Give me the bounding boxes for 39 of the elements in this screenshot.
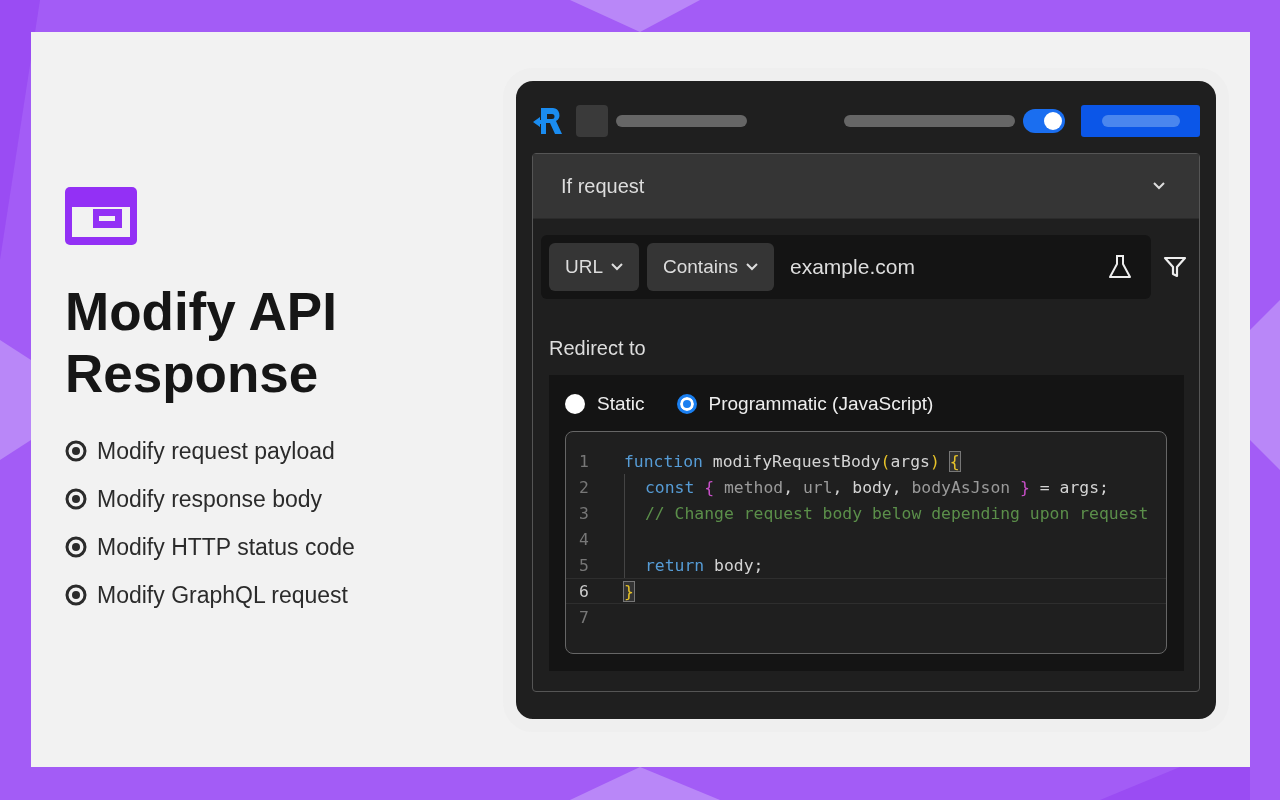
feature-text: Modify response body bbox=[97, 485, 322, 513]
toggle-switch[interactable] bbox=[1023, 109, 1065, 133]
code-line: return body; bbox=[645, 555, 764, 575]
line-number: 7 bbox=[578, 607, 590, 627]
feature-text: Modify HTTP status code bbox=[97, 533, 355, 561]
radio-button[interactable] bbox=[676, 394, 697, 414]
line-number: 3 bbox=[578, 503, 590, 523]
line-number: 6 bbox=[578, 581, 590, 601]
app-logo-icon bbox=[532, 106, 564, 136]
avatar-placeholder bbox=[576, 105, 608, 137]
section-header[interactable]: If request bbox=[533, 154, 1199, 219]
bullet-icon bbox=[65, 584, 87, 606]
url-value[interactable]: example.com bbox=[790, 255, 1099, 279]
filter-icon[interactable] bbox=[1163, 255, 1187, 279]
line-number: 2 bbox=[578, 477, 590, 497]
chevron-down-icon bbox=[1153, 182, 1165, 190]
section-title: If request bbox=[561, 174, 645, 198]
code-line: function modifyRequestBody(args) { bbox=[624, 451, 960, 471]
line-number: 5 bbox=[578, 555, 590, 575]
page-title: Modify API Response bbox=[65, 281, 338, 405]
line-number: 1 bbox=[578, 451, 590, 471]
chevron-down-icon bbox=[746, 263, 758, 271]
bullet-icon bbox=[65, 536, 87, 558]
radio-button[interactable] bbox=[565, 394, 585, 414]
feature-text: Modify GraphQL request bbox=[97, 581, 348, 609]
chevron-down-icon bbox=[611, 263, 623, 271]
redirect-label: Redirect to bbox=[549, 337, 647, 361]
radio-label: Programmatic (JavaScript) bbox=[708, 393, 934, 415]
flask-icon[interactable] bbox=[1107, 254, 1133, 280]
code-line: // Change request body below depending upon request bbox=[645, 503, 1149, 523]
field-dropdown[interactable]: URL bbox=[549, 243, 639, 291]
operator-dropdown[interactable]: Contains bbox=[647, 243, 774, 291]
line-number: 4 bbox=[578, 529, 590, 549]
code-line: const { method, url, body, bodyAsJson } = args; bbox=[645, 477, 1109, 497]
bullet-icon bbox=[65, 488, 87, 510]
radio-label: Static bbox=[597, 393, 645, 415]
feature-text: Modify request payload bbox=[97, 437, 335, 465]
window-icon bbox=[65, 187, 137, 245]
bullet-icon bbox=[65, 440, 87, 462]
